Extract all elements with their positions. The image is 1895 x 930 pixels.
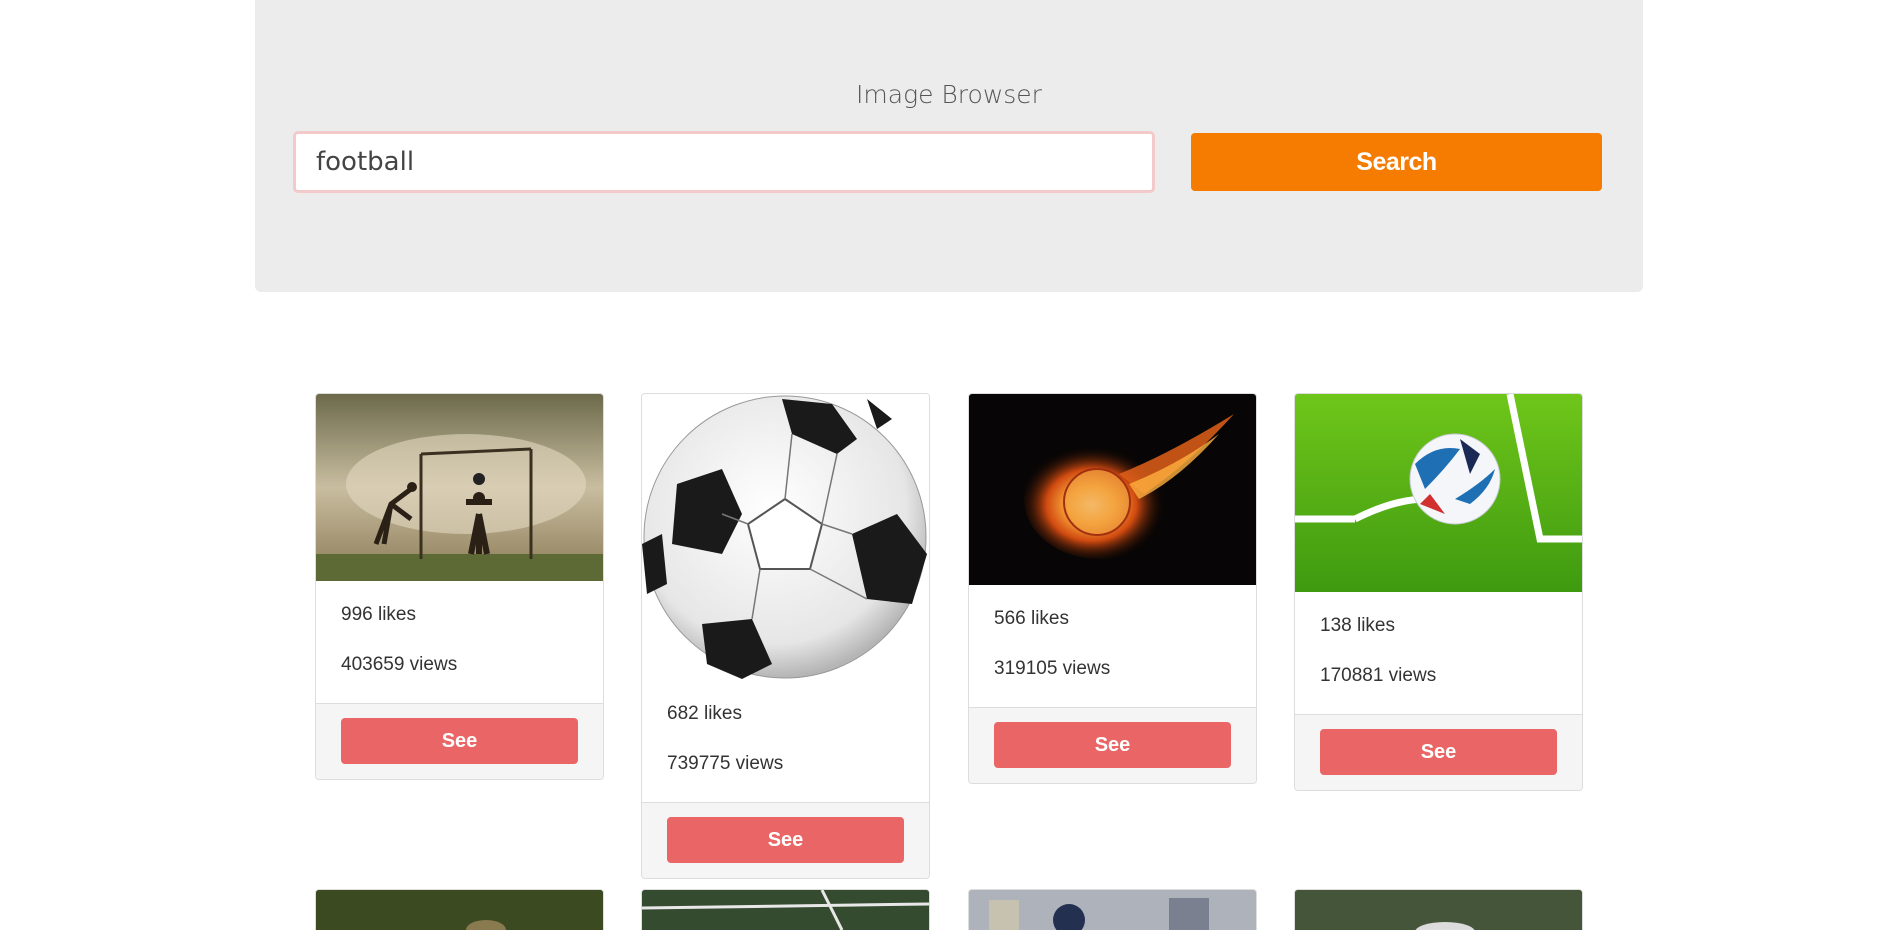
image-card: 138 likes 170881 views See <box>1294 393 1583 791</box>
image-card-partial[interactable] <box>641 889 930 930</box>
image-card: 682 likes 739775 views See <box>641 393 930 879</box>
card-footer: See <box>1295 714 1582 790</box>
search-button[interactable]: Search <box>1191 133 1602 191</box>
card-image[interactable] <box>1295 394 1582 592</box>
see-button[interactable]: See <box>341 718 578 764</box>
see-button[interactable]: See <box>667 817 904 863</box>
views-count: 739775 views <box>667 753 784 774</box>
views-count: 319105 views <box>994 658 1111 679</box>
views-count: 403659 views <box>341 654 458 675</box>
see-button[interactable]: See <box>1320 729 1557 775</box>
image-card-partial[interactable] <box>315 889 604 930</box>
image-card: 566 likes 319105 views See <box>968 393 1257 784</box>
likes-count: 996 likes <box>341 604 416 625</box>
image-card: 996 likes 403659 views See <box>315 393 604 780</box>
views-count: 170881 views <box>1320 665 1437 686</box>
likes-count: 138 likes <box>1320 615 1395 636</box>
card-image[interactable] <box>969 394 1256 585</box>
image-card-partial[interactable] <box>968 889 1257 930</box>
card-footer: See <box>316 703 603 779</box>
search-panel: Image Browser Search <box>255 0 1643 292</box>
card-footer: See <box>969 707 1256 783</box>
page-title: Image Browser <box>856 80 1042 109</box>
see-button[interactable]: See <box>994 722 1231 768</box>
card-image[interactable] <box>316 394 603 581</box>
image-card-partial[interactable] <box>1294 889 1583 930</box>
card-footer: See <box>642 802 929 878</box>
likes-count: 566 likes <box>994 608 1069 629</box>
likes-count: 682 likes <box>667 703 742 724</box>
card-image[interactable] <box>642 394 929 680</box>
search-input[interactable] <box>293 131 1155 193</box>
